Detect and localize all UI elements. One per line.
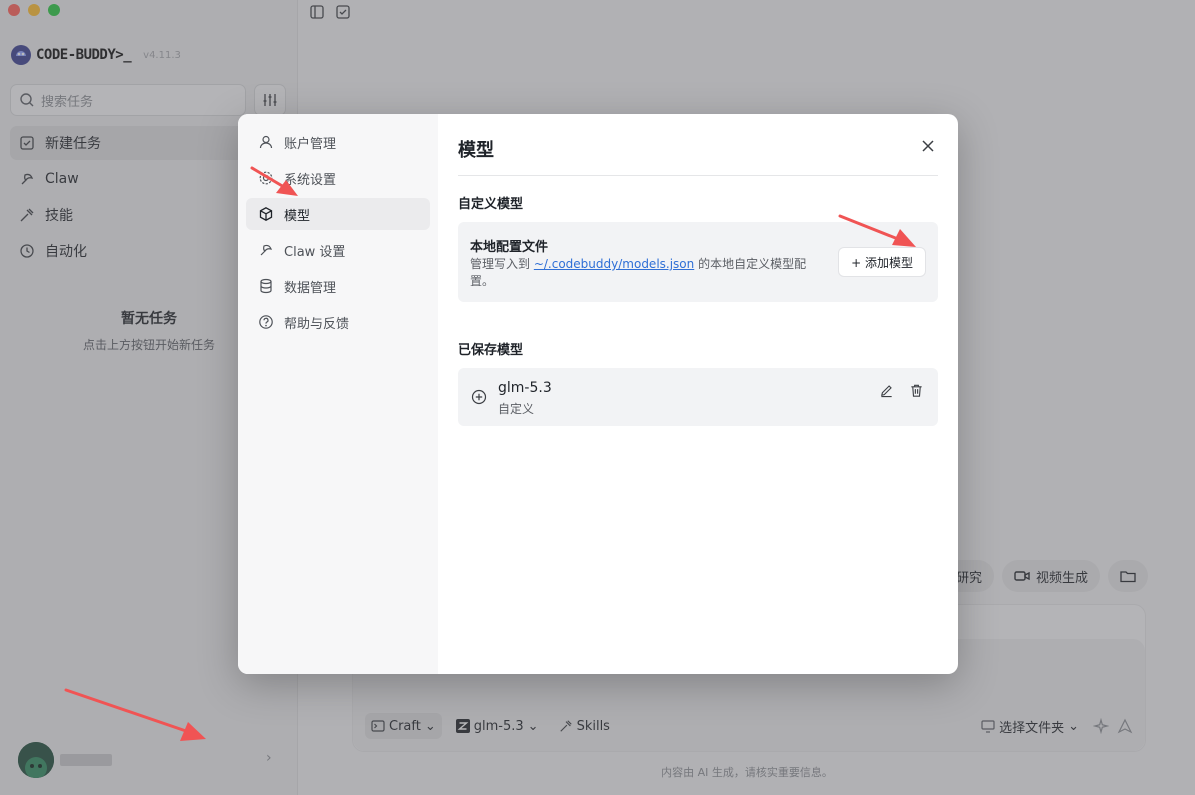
settings-modal: 账户管理 系统设置 模型 Claw 设置 数据管理 帮助与反馈 模型 自定义模型 (238, 114, 958, 674)
settings-item-system[interactable]: 系统设置 (246, 162, 430, 194)
saved-model-type: 自定义 (498, 402, 535, 416)
database-icon (260, 278, 272, 294)
settings-content: 模型 自定义模型 本地配置文件 管理写入到 ~/.codebuddy/model… (458, 114, 938, 674)
trash-icon[interactable] (909, 383, 924, 398)
settings-nav: 账户管理 系统设置 模型 Claw 设置 数据管理 帮助与反馈 (238, 114, 438, 674)
settings-item-label: 系统设置 (284, 172, 337, 188)
local-config-card: 本地配置文件 管理写入到 ~/.codebuddy/models.json 的本… (458, 222, 938, 302)
settings-item-help[interactable]: 帮助与反馈 (246, 306, 430, 338)
close-icon (922, 140, 934, 152)
edit-icon[interactable] (879, 383, 894, 398)
local-config-title: 本地配置文件 (470, 240, 549, 255)
claw-icon (260, 244, 272, 256)
desc-prefix: 管理写入到 (470, 257, 534, 271)
saved-model-row: glm-5.3 自定义 (458, 368, 938, 426)
gear-icon (259, 171, 273, 185)
local-config-description: 管理写入到 ~/.codebuddy/models.json 的本地自定义模型配… (470, 256, 820, 290)
settings-item-claw[interactable]: Claw 设置 (246, 234, 430, 266)
settings-item-label: 帮助与反馈 (284, 316, 350, 332)
settings-item-label: 账户管理 (284, 136, 337, 152)
help-icon (259, 315, 273, 329)
settings-item-model[interactable]: 模型 (246, 198, 430, 230)
plus-circle-icon (471, 389, 487, 405)
user-icon (259, 135, 273, 149)
title-divider (458, 175, 938, 176)
close-modal-button[interactable] (918, 136, 938, 156)
section-saved-models: 已保存模型 (458, 343, 524, 358)
settings-item-label: Claw 设置 (284, 244, 346, 260)
settings-item-label: 数据管理 (284, 280, 337, 296)
add-model-button[interactable]: + 添加模型 (838, 247, 926, 277)
settings-item-account[interactable]: 账户管理 (246, 126, 430, 158)
settings-item-data[interactable]: 数据管理 (246, 270, 430, 302)
cube-icon (259, 207, 273, 221)
saved-model-name: glm-5.3 (498, 380, 552, 396)
models-json-link[interactable]: ~/.codebuddy/models.json (534, 257, 694, 271)
section-custom-models: 自定义模型 (458, 197, 524, 212)
page-title: 模型 (458, 140, 494, 161)
settings-item-label: 模型 (284, 208, 311, 224)
